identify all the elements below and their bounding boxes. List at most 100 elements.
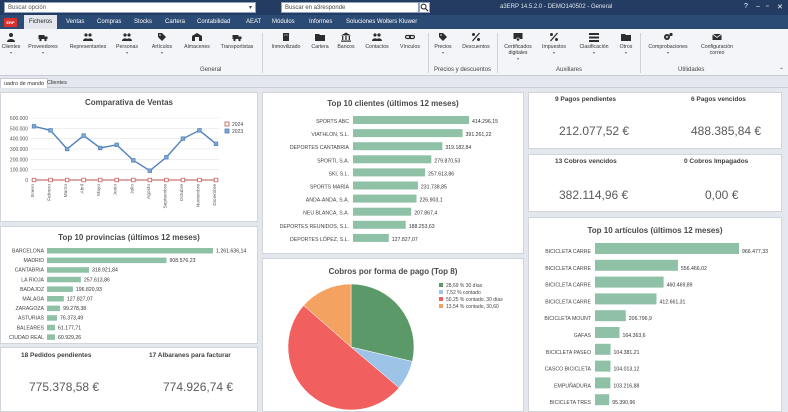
data-label: 391.261,22 bbox=[466, 132, 492, 138]
data-label: 257.613,86 bbox=[84, 277, 110, 283]
menu-cartera[interactable]: Cartera bbox=[165, 15, 185, 29]
data-point bbox=[81, 133, 86, 138]
bar bbox=[47, 248, 213, 254]
menu-soluciones-wolters-kluwer[interactable]: Soluciones Wolters Kluwer bbox=[346, 15, 417, 29]
bar bbox=[353, 220, 406, 229]
search-icon[interactable] bbox=[419, 2, 430, 13]
precios-button[interactable]: Precios ▾ bbox=[432, 32, 454, 56]
ventas-panel: Comparativa de Ventas 600.000 500.000 400.… bbox=[0, 92, 258, 222]
category-label: MADRID bbox=[24, 258, 45, 264]
menu-stocks[interactable]: Stocks bbox=[134, 15, 152, 29]
tab-cuadro-de-mando[interactable]: uadro de mando bbox=[0, 78, 49, 88]
data-point bbox=[98, 145, 103, 151]
representantes-button[interactable]: Representantes bbox=[66, 32, 110, 50]
data-label: 556.466,02 bbox=[681, 266, 707, 272]
y-tick-label: 600.000 bbox=[10, 116, 28, 122]
data-point bbox=[197, 177, 202, 183]
descuentos-label: Descuentos bbox=[462, 44, 490, 50]
data-label: 414.296,15 bbox=[472, 119, 498, 125]
bar bbox=[47, 305, 61, 312]
y-tick-label: 500.000 bbox=[10, 126, 28, 132]
bar bbox=[595, 310, 626, 322]
menu-aeat[interactable]: AEAT bbox=[246, 15, 261, 29]
bar bbox=[595, 327, 620, 338]
inmovilizado-button[interactable]: Inmovilizado bbox=[266, 32, 306, 50]
provincias-title: Top 10 provincias (últimos 12 meses) bbox=[58, 233, 200, 242]
data-point bbox=[131, 177, 136, 183]
almacenes-button[interactable]: Almacenes bbox=[180, 32, 214, 50]
bar bbox=[353, 168, 426, 177]
tab-clientes[interactable]: Clientes bbox=[44, 78, 70, 88]
maximize-icon[interactable]: ▫ bbox=[766, 3, 768, 10]
menu-modulos[interactable]: Módulos bbox=[272, 15, 295, 29]
legend-swatch bbox=[439, 297, 443, 301]
menu-ficheros[interactable]: Ficheros bbox=[24, 15, 58, 29]
pagos-pendientes-label: 9 Pagos pendientes bbox=[555, 96, 617, 103]
descuentos-button[interactable]: Descuentos bbox=[458, 32, 494, 50]
category-label: DEPORTES LÓPEZ, S.L. bbox=[290, 236, 349, 243]
person-icon bbox=[7, 33, 15, 42]
x-tick-label: Septiembre bbox=[162, 184, 168, 209]
clientes-button[interactable]: Clientes ▾ bbox=[0, 32, 22, 56]
configuracion-correo-button[interactable]: Configuración correo bbox=[694, 32, 740, 56]
chevron-down-icon[interactable]: ▾ bbox=[249, 4, 252, 11]
percent-icon bbox=[472, 32, 480, 42]
impuestos-button[interactable]: Impuestos ▾ bbox=[538, 32, 570, 56]
x-tick-label: Octubre bbox=[179, 184, 185, 201]
chevron-down-icon: ▾ bbox=[516, 56, 519, 61]
legend-label: 13,54 % contado, 30,60 bbox=[446, 304, 499, 310]
clientes-panel: Top 10 clientes (últimos 12 meses) SPORT… bbox=[262, 92, 524, 254]
articulos-button[interactable]: Artículos ▾ bbox=[148, 32, 176, 56]
link-icon bbox=[405, 34, 415, 40]
cobros-title: Cobros por forma de pago (Top 8) bbox=[328, 267, 458, 276]
category-label: SPORTI, S.A. bbox=[317, 158, 349, 164]
representantes-label: Representantes bbox=[69, 44, 107, 50]
x-tick-label: Agosto bbox=[146, 184, 152, 199]
search-input[interactable]: Buscar en a3responde bbox=[281, 2, 419, 13]
proveedores-button[interactable]: Proveedores ▾ bbox=[26, 32, 60, 56]
data-point bbox=[147, 177, 152, 183]
menu-ventas[interactable]: Ventas bbox=[66, 15, 84, 29]
category-label: CIUDAD REAL bbox=[9, 335, 44, 341]
clientes-title: Top 10 clientes (últimos 12 meses) bbox=[327, 99, 459, 108]
category-label: ASTURIAS bbox=[18, 316, 44, 322]
data-label: 60.929,26 bbox=[58, 335, 81, 341]
otros-button[interactable]: Otros ▾ bbox=[616, 32, 636, 56]
minimize-icon[interactable]: – bbox=[756, 3, 760, 10]
provincias-panel: Top 10 provincias (últimos 12 meses) BAR… bbox=[0, 226, 258, 344]
pagos-vencidos-value: 488.385,84 € bbox=[691, 124, 762, 138]
bar bbox=[47, 315, 58, 321]
personas-button[interactable]: Personas ▾ bbox=[112, 32, 142, 56]
menu-compras[interactable]: Compras bbox=[97, 15, 121, 29]
collapse-ribbon-icon[interactable]: ⌃ bbox=[779, 67, 784, 74]
ribbon-separator bbox=[428, 33, 429, 73]
comprobaciones-button[interactable]: Comprobaciones ▾ bbox=[644, 32, 692, 56]
app-logo: ERP bbox=[4, 18, 17, 27]
albaranes-label: 17 Albaranes para facturar bbox=[149, 352, 231, 359]
data-point bbox=[31, 124, 37, 129]
close-icon[interactable]: ✕ bbox=[777, 3, 783, 11]
contactos-button[interactable]: Contactos bbox=[360, 32, 394, 50]
clasificacion-button[interactable]: Clasificación ▾ bbox=[574, 32, 614, 56]
chevron-down-icon: ▾ bbox=[441, 50, 444, 55]
category-label: GAFAS bbox=[574, 333, 592, 339]
ribbon-toolbar: Clientes ▾ Proveedores ▾ Representantes Pe… bbox=[0, 29, 788, 76]
data-label: 196.820,93 bbox=[76, 287, 102, 293]
transportistas-button[interactable]: Transportistas bbox=[216, 32, 258, 50]
bancos-label: Bancos bbox=[337, 44, 355, 50]
bancos-button[interactable]: Bancos bbox=[334, 32, 358, 50]
search-option-field[interactable]: Buscar opción ▾ bbox=[4, 2, 256, 13]
menu-informes[interactable]: Informes bbox=[309, 15, 332, 29]
bar bbox=[47, 276, 81, 283]
vinculos-button[interactable]: Vínculos bbox=[396, 32, 424, 50]
cartera-button[interactable]: Cartera bbox=[308, 32, 332, 50]
bar bbox=[47, 334, 56, 340]
menu-contabilidad[interactable]: Contabilidad bbox=[197, 15, 230, 29]
certificados-digitales-button[interactable]: Certificados digitales ▾ bbox=[500, 32, 536, 62]
data-point bbox=[64, 146, 70, 152]
chevron-down-icon: ▾ bbox=[9, 50, 12, 55]
bar bbox=[595, 259, 678, 271]
help-icon[interactable]: ? bbox=[744, 3, 748, 10]
x-tick-label: Abril bbox=[80, 184, 86, 194]
percent-icon bbox=[550, 32, 558, 42]
